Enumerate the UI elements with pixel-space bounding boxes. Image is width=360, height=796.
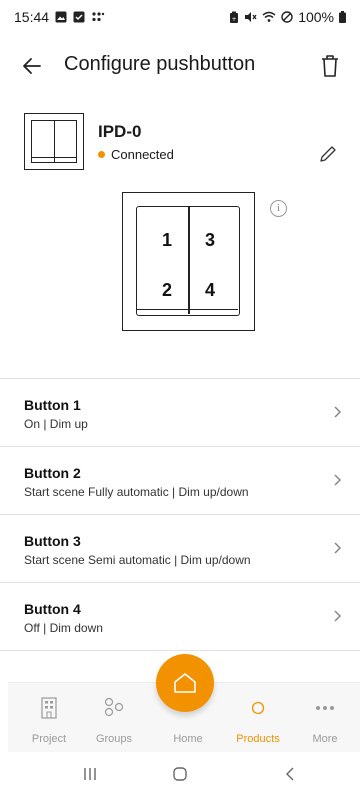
chevron-right-icon (334, 406, 342, 418)
svg-text:+: + (232, 16, 237, 23)
device-name: IPD-0 (98, 122, 142, 141)
diagram-button-1: 1 (162, 230, 173, 250)
recent-apps-icon[interactable] (82, 766, 98, 782)
gallery-notification-icon (55, 11, 67, 23)
do-not-disturb-icon (281, 11, 293, 23)
diagram-button-3: 3 (205, 230, 216, 250)
nav-item-products[interactable]: Products (223, 683, 293, 753)
diagram-button-4: 4 (205, 280, 216, 300)
list-item-function: Start scene Semi automatic | Dim up/down (24, 553, 251, 567)
diagram-button-2: 2 (162, 280, 173, 300)
list-item-button-4[interactable]: Button 4 Off | Dim down (0, 582, 360, 650)
home-fab-button[interactable] (156, 654, 214, 712)
list-item-button-3[interactable]: Button 3 Start scene Semi automatic | Di… (0, 514, 360, 582)
info-icon[interactable]: i (270, 200, 287, 217)
edit-pencil-icon[interactable] (318, 144, 338, 164)
home-nav-icon[interactable] (172, 766, 188, 782)
list-item-label: Button 1 (24, 397, 81, 413)
back-nav-icon[interactable] (282, 766, 298, 782)
status-dot-icon (98, 151, 105, 158)
check-notification-icon (73, 11, 85, 23)
status-time: 15:44 (14, 9, 50, 25)
list-item-label: Button 3 (24, 533, 81, 549)
battery-icon (339, 11, 346, 23)
battery-saver-icon: + (230, 11, 239, 23)
nav-label: Groups (95, 733, 133, 745)
nav-label: More (312, 733, 338, 745)
list-item-label: Button 4 (24, 601, 81, 617)
wifi-icon (262, 11, 276, 22)
chevron-right-icon (334, 474, 342, 486)
device-status: Connected (98, 147, 174, 162)
page-title: Configure pushbutton (64, 53, 256, 75)
app-bar: Configure pushbutton (0, 44, 360, 88)
chevron-right-icon (334, 610, 342, 622)
button-list: Button 1 On | Dim up Button 2 Start scen… (0, 378, 360, 651)
battery-level: 100% (298, 9, 334, 25)
trash-icon[interactable] (318, 52, 342, 78)
list-item-button-2[interactable]: Button 2 Start scene Fully automatic | D… (0, 446, 360, 514)
nav-label: Products (236, 733, 280, 745)
more-icon (316, 706, 334, 710)
home-icon (174, 673, 196, 693)
device-status-label: Connected (111, 147, 174, 162)
back-arrow-icon[interactable] (20, 54, 44, 78)
status-bar: 15:44 + 100% (0, 0, 360, 34)
nav-item-project[interactable]: Project (14, 683, 84, 753)
list-item-function: Off | Dim down (24, 621, 103, 635)
list-item-function: Start scene Fully automatic | Dim up/dow… (24, 485, 249, 499)
building-icon (41, 697, 57, 719)
nav-item-more[interactable]: More (290, 683, 360, 753)
chevron-right-icon (334, 542, 342, 554)
nav-label: Project (31, 733, 67, 745)
nav-label: Home (173, 733, 203, 745)
apps-notification-icon (92, 12, 105, 22)
device-thumbnail (24, 113, 84, 170)
list-item-label: Button 2 (24, 465, 81, 481)
pushbutton-diagram: 1 3 2 4 (122, 192, 255, 331)
system-nav-bar (0, 752, 360, 796)
groups-icon (104, 697, 124, 717)
circle-icon (251, 701, 265, 715)
nav-item-groups[interactable]: Groups (79, 683, 149, 753)
list-divider (0, 650, 360, 651)
mute-icon (245, 12, 257, 22)
list-item-function: On | Dim up (24, 417, 88, 431)
list-item-button-1[interactable]: Button 1 On | Dim up (0, 378, 360, 446)
